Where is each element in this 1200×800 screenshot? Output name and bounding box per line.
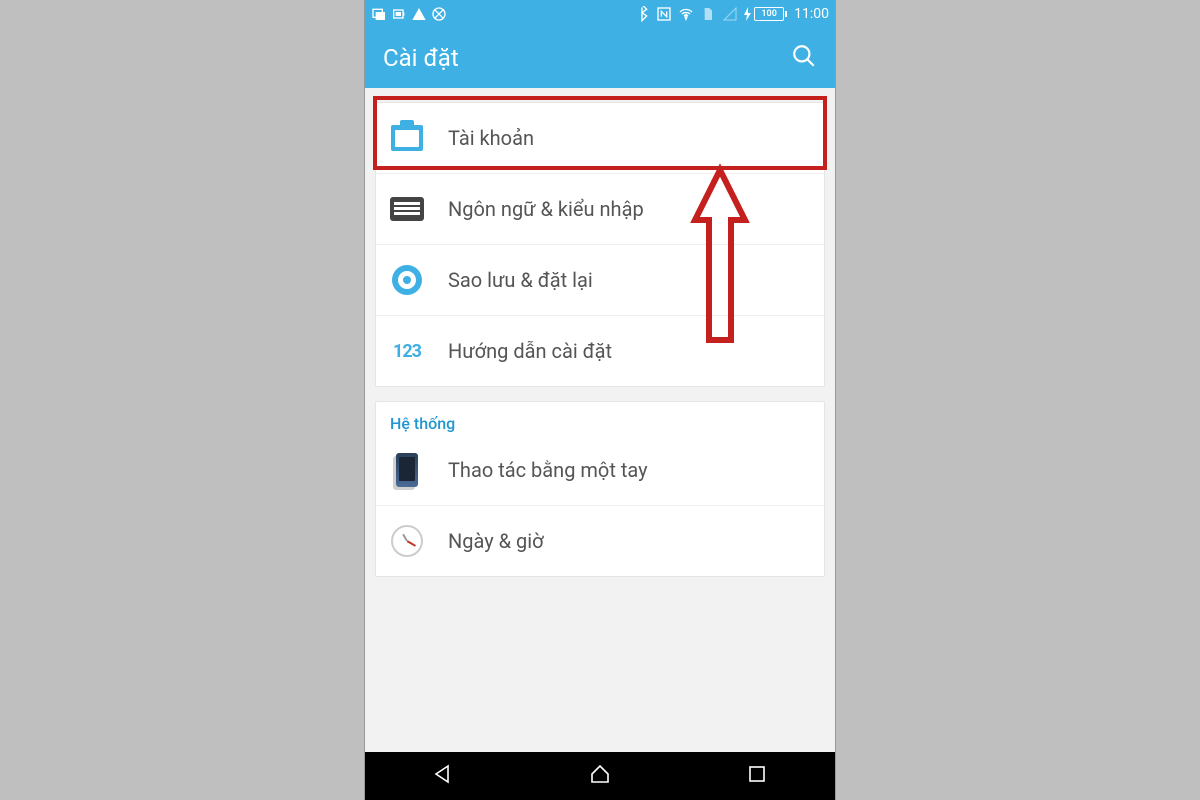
settings-item-label: Thao tác bằng một tay — [448, 458, 648, 482]
no-data-icon — [431, 6, 447, 22]
settings-list: Tài khoản Ngôn ngữ & kiểu nhập Sao lưu &… — [365, 88, 835, 752]
settings-item-label: Ngôn ngữ & kiểu nhập — [448, 197, 644, 221]
signal-icon — [722, 6, 738, 22]
square-recents-icon — [745, 762, 769, 786]
nfc-icon — [656, 6, 672, 22]
settings-item-setup-guide[interactable]: 123 Hướng dẫn cài đặt — [376, 315, 824, 386]
status-bar: 100 11:00 — [365, 0, 835, 28]
battery-saver-icon — [391, 6, 407, 22]
triangle-back-icon — [431, 762, 455, 786]
battery-percent: 100 — [761, 9, 776, 19]
wifi-icon — [678, 6, 694, 22]
personal-card: Tài khoản Ngôn ngữ & kiểu nhập Sao lưu &… — [375, 102, 825, 387]
nav-back-button[interactable] — [431, 762, 455, 790]
settings-item-language-input[interactable]: Ngôn ngữ & kiểu nhập — [376, 173, 824, 244]
settings-item-date-time[interactable]: Ngày & giờ — [376, 505, 824, 576]
search-icon — [791, 43, 817, 69]
settings-item-label: Hướng dẫn cài đặt — [448, 339, 612, 363]
settings-item-one-hand[interactable]: Thao tác bằng một tay — [376, 435, 824, 505]
settings-item-accounts[interactable]: Tài khoản — [376, 103, 824, 173]
nav-home-button[interactable] — [588, 762, 612, 790]
status-clock: 11:00 — [794, 6, 829, 22]
settings-item-label: Tài khoản — [448, 126, 534, 150]
section-header-system: Hệ thống — [376, 402, 824, 435]
numbers-123-icon: 123 — [393, 341, 421, 362]
nav-recents-button[interactable] — [745, 762, 769, 790]
lifebuoy-icon — [392, 265, 422, 295]
system-card: Hệ thống Thao tác bằng một tay Ngày & gi… — [375, 401, 825, 577]
home-outline-icon — [588, 762, 612, 786]
screenshot-icon — [371, 6, 387, 22]
sim-icon — [700, 6, 716, 22]
page-title: Cài đặt — [383, 44, 459, 72]
android-nav-bar — [365, 752, 835, 800]
id-card-icon — [391, 125, 423, 151]
phone-hand-icon — [396, 453, 418, 487]
warning-icon — [411, 6, 427, 22]
battery-charging-icon: 100 — [744, 7, 784, 21]
phone-frame: 100 11:00 Cài đặt Tài khoản Ngôn ngữ & k… — [365, 0, 835, 800]
keyboard-icon — [390, 197, 424, 221]
settings-item-backup-reset[interactable]: Sao lưu & đặt lại — [376, 244, 824, 315]
search-button[interactable] — [791, 43, 817, 73]
bluetooth-icon — [634, 6, 650, 22]
settings-item-label: Sao lưu & đặt lại — [448, 268, 593, 292]
app-bar: Cài đặt — [365, 28, 835, 88]
settings-item-label: Ngày & giờ — [448, 529, 544, 553]
clock-icon — [391, 525, 423, 557]
